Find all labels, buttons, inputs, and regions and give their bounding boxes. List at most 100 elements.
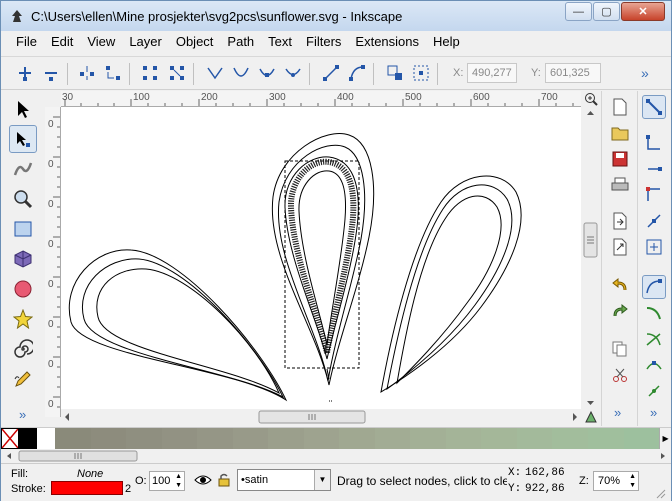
snap-bbox-corner-icon[interactable] <box>642 183 666 207</box>
node-tool-icon[interactable] <box>9 125 37 153</box>
palette-swatch[interactable] <box>623 428 660 449</box>
menu-file[interactable]: File <box>9 31 44 53</box>
copy-icon[interactable] <box>608 337 632 361</box>
join-nodes-icon[interactable] <box>75 61 99 85</box>
menu-extensions[interactable]: Extensions <box>348 31 426 53</box>
vertical-ruler[interactable]: 0 0 0 0 0 0 0 0 <box>45 107 61 417</box>
break-path-icon[interactable] <box>101 61 125 85</box>
export-icon[interactable] <box>608 235 632 259</box>
menu-layer[interactable]: Layer <box>122 31 169 53</box>
import-icon[interactable] <box>608 209 632 233</box>
segment-to-line-icon[interactable] <box>319 61 343 85</box>
snap-bbox-edge-icon[interactable] <box>642 157 666 181</box>
stroke-width-value[interactable]: 2 <box>125 483 131 495</box>
snap-bbox-icon[interactable] <box>642 131 666 155</box>
new-document-icon[interactable] <box>608 95 632 119</box>
zoom-correction-icon[interactable] <box>581 91 600 107</box>
x-coordinate-field[interactable]: 490,277 <box>467 63 517 83</box>
segment-to-curve-icon[interactable] <box>345 61 369 85</box>
opacity-field[interactable]: 100 ▲ ▼ <box>149 471 185 491</box>
snap-overflow[interactable]: » <box>650 405 657 420</box>
snap-intersection-icon[interactable] <box>642 327 666 351</box>
palette-swatch[interactable] <box>37 428 55 449</box>
selector-tool-icon[interactable] <box>9 95 37 123</box>
toolbar-overflow[interactable]: » <box>641 65 649 81</box>
save-document-icon[interactable] <box>608 147 632 171</box>
palette-swatch[interactable] <box>303 428 340 449</box>
menu-help[interactable]: Help <box>426 31 467 53</box>
palette-menu-arrow-icon[interactable]: ▶ <box>659 428 672 449</box>
y-coordinate-field[interactable]: 601,325 <box>545 63 601 83</box>
palette-swatch[interactable] <box>55 428 91 449</box>
stroke-to-path-icon[interactable] <box>409 61 433 85</box>
undo-icon[interactable] <box>608 273 632 297</box>
zoom-field[interactable]: 70% ▲ ▼ <box>593 471 639 491</box>
spiral-tool-icon[interactable] <box>9 335 37 363</box>
snap-enable-icon[interactable] <box>642 95 666 119</box>
insert-node-icon[interactable] <box>13 61 37 85</box>
color-manage-icon[interactable] <box>581 409 600 425</box>
menu-object[interactable]: Object <box>169 31 221 53</box>
smooth-node-icon[interactable] <box>229 61 253 85</box>
menu-filters[interactable]: Filters <box>299 31 348 53</box>
cusp-node-icon[interactable] <box>203 61 227 85</box>
tweak-tool-icon[interactable] <box>9 155 37 183</box>
horizontal-ruler[interactable]: 30 100 200 300 400 500 600 700 <box>61 91 581 107</box>
open-document-icon[interactable] <box>608 121 632 145</box>
snap-path-icon[interactable] <box>642 301 666 325</box>
palette-swatch[interactable] <box>90 428 127 449</box>
delete-node-icon[interactable] <box>39 61 63 85</box>
palette-swatch[interactable] <box>161 428 198 449</box>
resize-grip-icon[interactable] <box>653 486 667 500</box>
palette-swatch[interactable] <box>126 428 162 449</box>
palette-swatch[interactable] <box>481 428 517 449</box>
layer-lock-icon[interactable] <box>215 470 233 490</box>
palette-swatch[interactable] <box>19 428 37 449</box>
object-to-path-icon[interactable] <box>383 61 407 85</box>
horizontal-scrollbar[interactable] <box>61 409 581 425</box>
palette-scrollbar[interactable] <box>1 449 671 463</box>
palette-swatch[interactable] <box>339 428 375 449</box>
commands-overflow[interactable]: » <box>614 405 621 420</box>
palette-swatch[interactable] <box>410 428 446 449</box>
palette-swatch[interactable] <box>268 428 304 449</box>
symmetric-node-icon[interactable] <box>255 61 279 85</box>
menu-path[interactable]: Path <box>220 31 261 53</box>
palette-swatch[interactable] <box>587 428 624 449</box>
no-paint-swatch[interactable] <box>1 428 19 449</box>
menu-view[interactable]: View <box>80 31 122 53</box>
vertical-scrollbar[interactable] <box>581 107 600 409</box>
close-button[interactable]: ✕ <box>621 2 665 21</box>
auto-smooth-node-icon[interactable] <box>281 61 305 85</box>
redo-icon[interactable] <box>608 299 632 323</box>
pencil-tool-icon[interactable] <box>9 365 37 393</box>
snap-rotation-center-icon[interactable] <box>642 379 666 403</box>
stroke-color-swatch[interactable] <box>51 481 123 495</box>
join-segment-icon[interactable] <box>138 61 162 85</box>
zoom-tool-icon[interactable] <box>9 185 37 213</box>
layer-dropdown[interactable]: •satin ▼ <box>237 469 331 491</box>
delete-segment-icon[interactable] <box>165 61 189 85</box>
snap-midpoint-icon[interactable] <box>642 209 666 233</box>
palette-swatch[interactable] <box>516 428 553 449</box>
layer-visibility-icon[interactable] <box>193 470 213 490</box>
rectangle-tool-icon[interactable] <box>9 215 37 243</box>
palette-swatch[interactable] <box>374 428 411 449</box>
palette-swatch[interactable] <box>232 428 269 449</box>
minimize-button[interactable]: — <box>565 2 592 21</box>
fill-value[interactable]: None <box>77 468 103 480</box>
menu-edit[interactable]: Edit <box>44 31 80 53</box>
ellipse-tool-icon[interactable] <box>9 275 37 303</box>
title-bar[interactable]: C:\Users\ellen\Mine prosjekter\svg2pcs\s… <box>1 1 671 31</box>
snap-nodes-icon[interactable] <box>642 275 666 299</box>
maximize-button[interactable]: ▢ <box>593 2 620 21</box>
star-tool-icon[interactable] <box>9 305 37 333</box>
menu-text[interactable]: Text <box>261 31 299 53</box>
cut-icon[interactable] <box>608 363 632 387</box>
palette-swatch[interactable] <box>445 428 482 449</box>
3d-box-tool-icon[interactable] <box>9 245 37 273</box>
snap-center-icon[interactable] <box>642 235 666 259</box>
snap-smooth-nodes-icon[interactable] <box>642 353 666 377</box>
palette-swatch[interactable] <box>552 428 588 449</box>
drawing-canvas[interactable] <box>61 107 581 409</box>
